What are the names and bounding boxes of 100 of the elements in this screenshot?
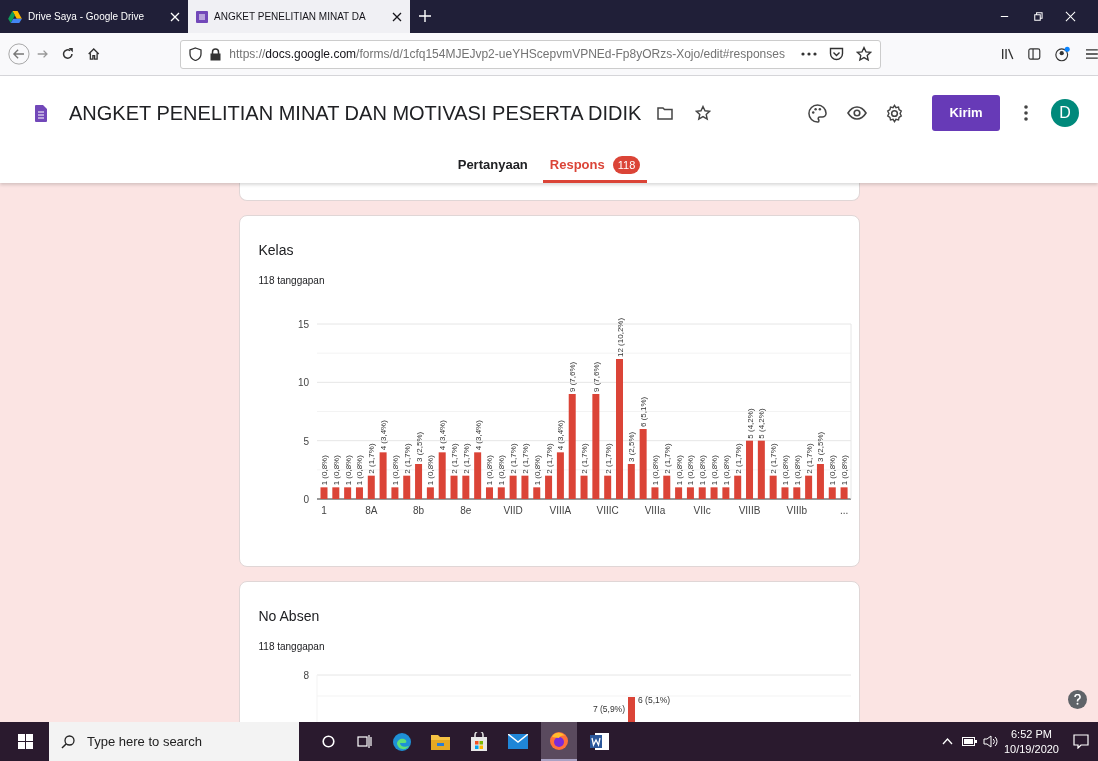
sidebar-icon[interactable] (1028, 47, 1041, 61)
bar (745, 440, 753, 499)
bar (710, 487, 718, 499)
preview-eye-icon[interactable] (847, 106, 867, 120)
account-icon[interactable] (1055, 45, 1071, 63)
data-label: 4 (3,4%) (437, 420, 447, 451)
data-label: 2 (1,7%) (768, 443, 778, 474)
data-label: 6 (5,1%) (637, 695, 670, 705)
browser-tab[interactable]: ANGKET PENELITIAN MINAT DA (188, 0, 410, 33)
more-icon[interactable] (800, 52, 817, 56)
word-document-icon[interactable] (590, 732, 609, 751)
task-view-icon[interactable] (357, 734, 372, 749)
home-icon[interactable] (86, 46, 101, 62)
mail-envelope-icon[interactable] (508, 734, 528, 749)
axis-tick-label: 8 (302, 670, 309, 681)
more-vert-icon[interactable] (1024, 105, 1028, 121)
data-label: 2 (1,7%) (508, 443, 518, 474)
browser-tab[interactable]: Drive Saya - Google Drive (0, 0, 188, 33)
data-label: 2 (1,7%) (804, 443, 814, 474)
library-icon[interactable] (1000, 47, 1015, 61)
tab-title: ANGKET PENELITIAN MINAT DA (214, 10, 367, 24)
data-label: 2 (1,7%) (733, 443, 743, 474)
taskbar-search-field[interactable]: Type here to search (49, 722, 299, 761)
data-label: 1 (0,8%) (343, 455, 353, 486)
data-label: 1 (0,8%) (792, 455, 802, 486)
tab-title: Drive Saya - Google Drive (28, 10, 146, 24)
data-label: 1 (0,8%) (721, 455, 731, 486)
bar (828, 487, 836, 499)
firefox-taskbar-button[interactable] (541, 722, 577, 761)
bar (627, 697, 635, 722)
data-label: 1 (0,8%) (532, 455, 542, 486)
send-button[interactable]: Kirim (932, 95, 1000, 131)
new-tab-plus-icon[interactable] (419, 10, 431, 22)
data-label: 9 (7,6%) (567, 361, 577, 392)
shield-icon[interactable] (189, 47, 203, 61)
bar (331, 487, 339, 499)
response-count: 118 tanggapan (258, 640, 326, 654)
bar (556, 452, 564, 499)
data-label: 4 (3,4%) (555, 420, 565, 451)
category-label: VIID (502, 505, 523, 516)
speaker-icon[interactable] (982, 735, 998, 748)
bar (792, 487, 800, 499)
settings-icon[interactable] (885, 103, 904, 123)
category-label: 8A (364, 505, 377, 516)
forms-logo-icon[interactable] (35, 104, 47, 122)
help-button[interactable] (1068, 690, 1087, 709)
pocket-icon[interactable] (828, 47, 844, 61)
bar (603, 475, 611, 499)
data-label: 2 (1,7%) (520, 443, 530, 474)
bar (414, 464, 422, 499)
category-label: VIIIa (644, 505, 665, 516)
star-icon[interactable] (695, 105, 712, 121)
response-count-badge: 118 (612, 156, 641, 174)
category-label: VIIIC (596, 505, 619, 516)
category-label: VIIc (693, 505, 711, 516)
url-text: https://docs.google.com/forms/d/1cfq154MJEJvp2-ueYHScepvmVPNEd-Fp8yORzs-Xojo/edit#responses (229, 46, 785, 63)
category-label: 1 (320, 505, 327, 516)
data-label: 1 (0,8%) (827, 455, 837, 486)
form-tab[interactable]: Pertanyaan (450, 150, 535, 183)
clock-date[interactable]: 10/19/2020 (1003, 741, 1059, 757)
bar (757, 440, 765, 499)
bar (367, 475, 375, 499)
data-label: 1 (0,8%) (425, 455, 435, 486)
clock-time[interactable]: 6:52 PM (1011, 726, 1052, 742)
form-title[interactable]: ANGKET PENELITIAN MINAT DAN MOTIVASI PESERTA DIDIK (69, 98, 642, 128)
data-label: 2 (1,7%) (366, 443, 376, 474)
bar (721, 487, 729, 499)
data-label: 1 (0,8%) (319, 455, 329, 486)
data-label: 1 (0,8%) (697, 455, 707, 486)
data-label: 1 (0,8%) (674, 455, 684, 486)
address-bar[interactable]: https://docs.google.com/forms/d/1cfq154MJEJvp2-ueYHScepvmVPNEd-Fp8yORzs-Xojo/edit#responses (180, 39, 881, 69)
bar (461, 475, 469, 499)
category-label: ... (839, 505, 848, 516)
shopping-bag-icon[interactable] (470, 732, 488, 751)
bar (320, 487, 327, 499)
bar (355, 487, 363, 499)
question-title: Kelas (258, 241, 295, 260)
folder-icon[interactable] (431, 733, 450, 750)
data-label: 1 (0,8%) (709, 455, 719, 486)
bookmark-star-icon[interactable] (855, 46, 872, 62)
edge-browser-icon[interactable] (392, 731, 412, 752)
data-label: 4 (3,4%) (473, 420, 483, 451)
folder-icon[interactable] (657, 106, 674, 120)
reload-icon[interactable] (61, 46, 75, 62)
account-avatar[interactable]: D (1051, 99, 1079, 127)
data-label: 3 (2,5%) (626, 431, 636, 462)
chevron-up-icon[interactable] (941, 738, 953, 745)
restore-icon[interactable] (1032, 11, 1043, 22)
battery-icon[interactable] (961, 737, 977, 746)
data-label: 4 (3,4%) (378, 420, 388, 451)
category-label: 8e (459, 505, 471, 516)
close-icon[interactable] (392, 11, 402, 22)
notification-icon[interactable] (1073, 734, 1089, 749)
bar (769, 475, 777, 499)
cortana-circle-icon[interactable] (322, 735, 335, 748)
data-label: 2 (1,7%) (662, 443, 672, 474)
menu-icon[interactable] (1086, 48, 1098, 60)
windows-start-icon[interactable] (18, 734, 33, 749)
back-icon[interactable] (8, 41, 30, 67)
palette-icon[interactable] (808, 103, 827, 123)
